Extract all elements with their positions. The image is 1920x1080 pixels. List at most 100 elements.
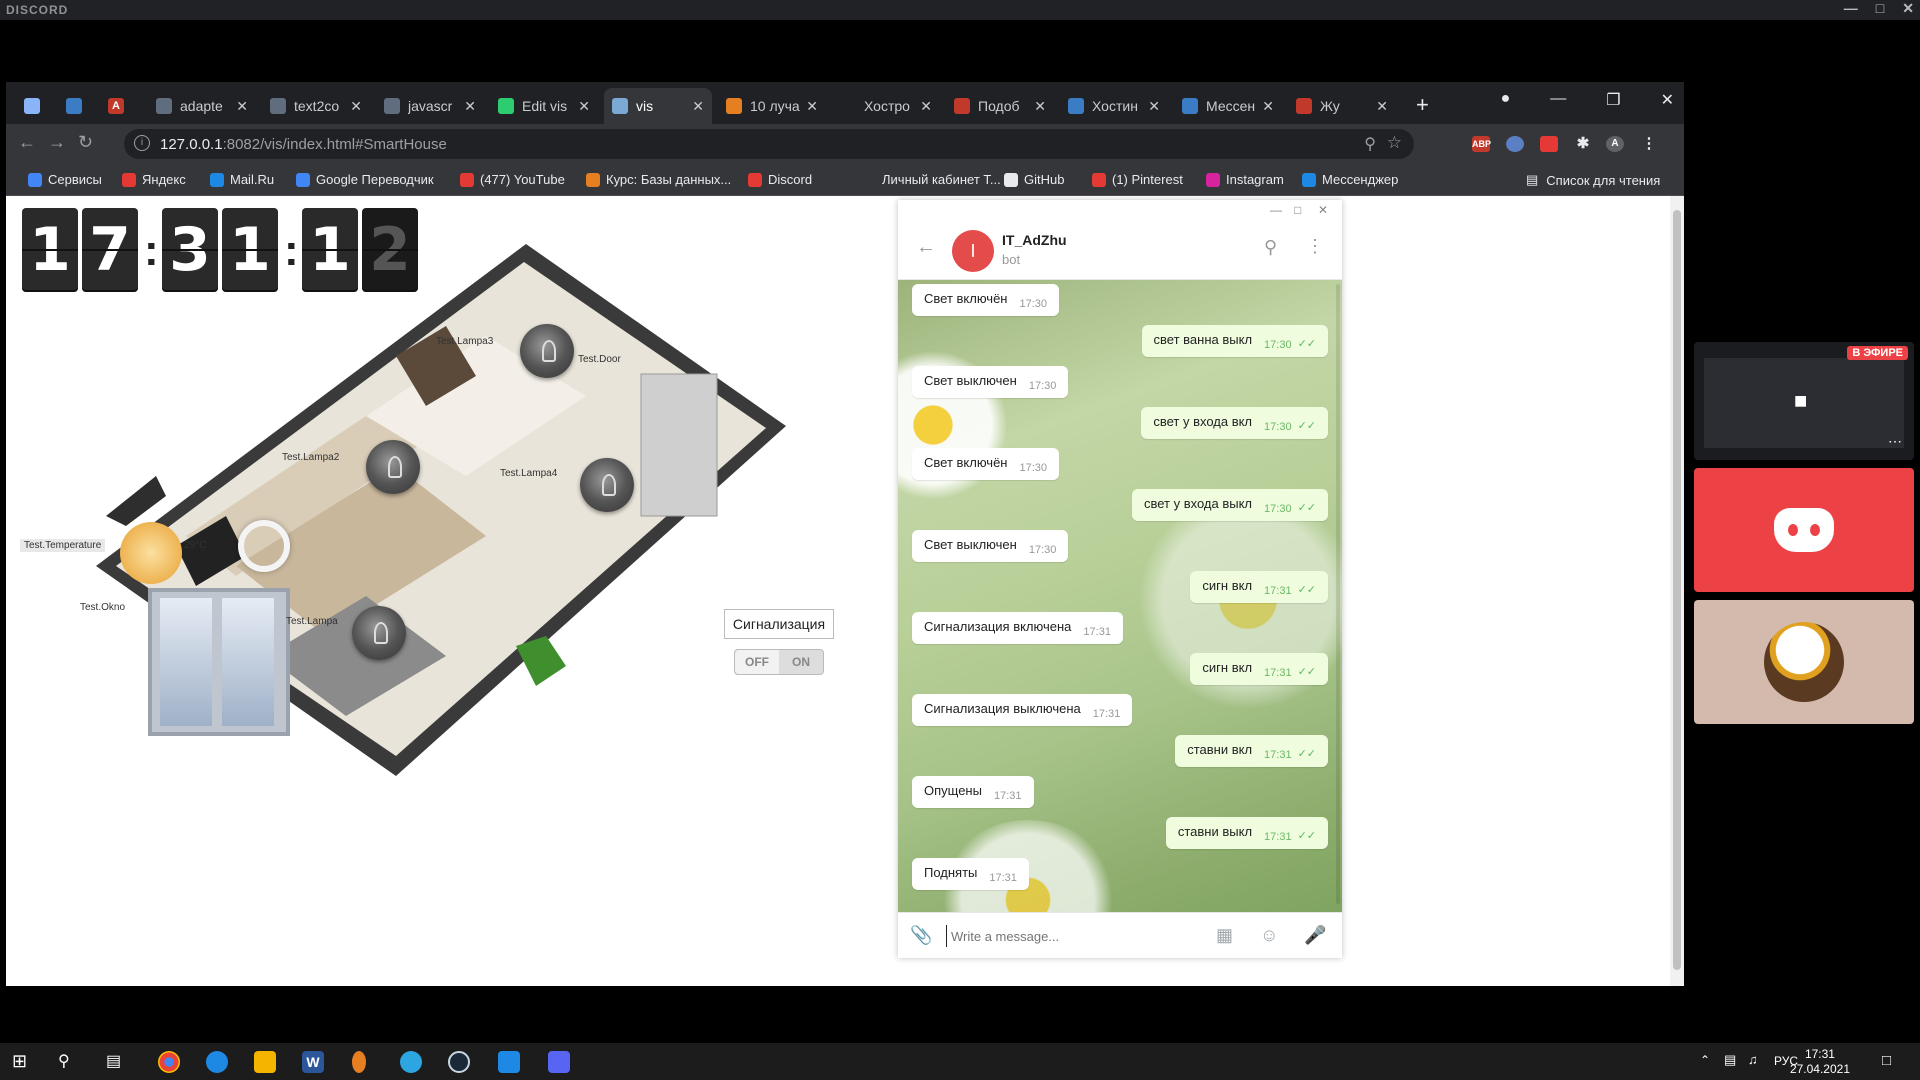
bookmark-item[interactable]: Яндекс	[122, 172, 186, 187]
dimmer-knob[interactable]	[238, 520, 290, 572]
bookmark-item[interactable]: Mail.Ru	[210, 172, 274, 187]
bookmark-item[interactable]: Google Переводчик	[296, 172, 434, 187]
tab-close-icon[interactable]: ✕	[920, 98, 932, 115]
browser-tab[interactable]: javascr ✕	[376, 88, 484, 124]
bot-keyboard-icon[interactable]: ▦	[1216, 925, 1233, 946]
bookmark-item[interactable]: Instagram	[1206, 172, 1284, 187]
word-icon[interactable]: W	[302, 1051, 324, 1073]
tab-search[interactable]	[16, 88, 52, 124]
incoming-message[interactable]: Сигнализация включена 17:31	[912, 612, 1123, 644]
app-icon[interactable]	[498, 1051, 520, 1073]
profile-dot-icon[interactable]: ●	[1501, 90, 1511, 110]
incoming-message[interactable]: Опущены 17:31	[912, 776, 1034, 808]
close-icon[interactable]: ✕	[1902, 0, 1914, 17]
avatar[interactable]: I	[952, 230, 994, 272]
star-icon[interactable]: ☆	[1387, 133, 1402, 153]
browser-tab[interactable]: 10 луча ✕	[718, 88, 826, 124]
lamp4-button[interactable]	[580, 458, 634, 512]
browser-tab[interactable]: Хостро ✕	[832, 88, 940, 124]
outgoing-message[interactable]: свет у входа вкл 17:30 ✓✓	[1141, 407, 1328, 439]
forward-icon[interactable]: →	[48, 132, 66, 153]
record-icon[interactable]	[1540, 136, 1558, 152]
discord-icon[interactable]	[548, 1051, 570, 1073]
bookmark-item[interactable]: (1) Pinterest	[1092, 172, 1183, 187]
tab-a[interactable]: A	[100, 88, 136, 124]
incoming-message[interactable]: Свет выключен 17:30	[912, 530, 1069, 562]
url-text[interactable]: 127.0.0.1:8082/vis/index.html#SmartHouse	[160, 136, 447, 153]
maximize-icon[interactable]: □	[1294, 203, 1301, 217]
browser-tab[interactable]: Edit vis ✕	[490, 88, 598, 124]
lamp-button[interactable]	[352, 606, 406, 660]
browser-tab[interactable]: Хостин ✕	[1060, 88, 1168, 124]
discord-user-card[interactable]	[1694, 468, 1914, 592]
edge-icon[interactable]	[206, 1051, 228, 1073]
clock[interactable]: 17:31 27.04.2021	[1790, 1047, 1850, 1077]
alarm-on[interactable]: ON	[779, 650, 823, 674]
tab-close-icon[interactable]: ✕	[806, 98, 818, 115]
tab-close-icon[interactable]: ✕	[1034, 98, 1046, 115]
browser-tab[interactable]: Подоб ✕	[946, 88, 1054, 124]
minimize-icon[interactable]: —	[1844, 0, 1858, 17]
tab-close-icon[interactable]: ✕	[464, 98, 476, 115]
tray-chevron-icon[interactable]: ⌃	[1700, 1053, 1710, 1067]
windows-start-icon[interactable]: ⊞	[12, 1051, 27, 1072]
close-icon[interactable]: ✕	[1661, 90, 1674, 110]
lamp2-button[interactable]	[366, 440, 420, 494]
tab-close-icon[interactable]: ✕	[236, 98, 248, 115]
volume-icon[interactable]: ♫	[1748, 1052, 1758, 1067]
network-icon[interactable]: ▤	[1724, 1052, 1736, 1068]
tab-close-icon[interactable]: ✕	[1262, 98, 1274, 115]
bookmark-item[interactable]: GitHub	[1004, 172, 1064, 187]
telegram-icon[interactable]	[400, 1051, 422, 1073]
lamp3-button[interactable]	[520, 324, 574, 378]
outgoing-message[interactable]: сигн вкл 17:31 ✓✓	[1190, 653, 1328, 685]
adblock-icon[interactable]: ABP	[1472, 136, 1491, 152]
notification-icon[interactable]: □	[1882, 1052, 1891, 1069]
alarm-toggle[interactable]: OFF ON	[734, 649, 824, 675]
tab-mail[interactable]	[58, 88, 94, 124]
extension-icon[interactable]	[1506, 136, 1524, 152]
browser-tab[interactable]: vis ✕	[604, 88, 712, 124]
tab-close-icon[interactable]: ✕	[1148, 98, 1160, 115]
outgoing-message[interactable]: ставни выкл 17:31 ✓✓	[1165, 817, 1328, 849]
attach-icon[interactable]: 📎	[910, 925, 932, 946]
bookmark-item[interactable]: Личный кабинет Т...	[862, 172, 1001, 187]
chrome-icon[interactable]	[158, 1051, 180, 1073]
maximize-icon[interactable]: □	[1876, 0, 1884, 17]
restore-icon[interactable]: ❐	[1606, 90, 1620, 110]
info-icon[interactable]: i	[134, 135, 150, 151]
outgoing-message[interactable]: ставни вкл 17:31 ✓✓	[1175, 735, 1328, 767]
alarm-off[interactable]: OFF	[735, 650, 779, 674]
incoming-message[interactable]: Свет включён 17:30	[912, 448, 1060, 480]
incoming-message[interactable]: Свет выключен 17:30	[912, 366, 1069, 398]
steam-icon[interactable]	[448, 1051, 470, 1073]
scrollbar[interactable]	[1336, 284, 1340, 904]
incoming-message[interactable]: Подняты 17:31	[912, 858, 1029, 890]
outgoing-message[interactable]: свет ванна выкл 17:30 ✓✓	[1141, 325, 1328, 357]
window-widget[interactable]	[148, 588, 290, 736]
file-explorer-icon[interactable]	[254, 1051, 276, 1073]
bookmark-item[interactable]: Курс: Базы данных...	[586, 172, 731, 187]
emoji-icon[interactable]: ☺	[1260, 925, 1278, 946]
message-input[interactable]	[946, 925, 1186, 947]
bookmark-item[interactable]: Сервисы	[28, 172, 102, 187]
back-icon[interactable]: ←	[18, 132, 36, 153]
stream-preview[interactable]: В ЭФИРЕ ■ ⋯	[1694, 342, 1914, 460]
close-icon[interactable]: ✕	[1318, 203, 1328, 217]
profile-avatar[interactable]: A	[1606, 136, 1624, 152]
back-arrow-icon[interactable]: ←	[916, 236, 936, 259]
microphone-icon[interactable]: 🎤	[1304, 925, 1326, 946]
puzzle-icon[interactable]: ✱	[1574, 136, 1592, 152]
tab-close-icon[interactable]: ✕	[692, 98, 704, 115]
more-icon[interactable]: ⋯	[1888, 433, 1902, 450]
page-scrollbar[interactable]	[1670, 196, 1684, 986]
incoming-message[interactable]: Сигнализация выключена 17:31	[912, 694, 1133, 726]
more-icon[interactable]: ⋮	[1306, 236, 1324, 257]
reload-icon[interactable]: ↻	[78, 132, 93, 153]
zoom-icon[interactable]: ⚲	[1364, 134, 1376, 154]
browser-tab[interactable]: text2co ✕	[262, 88, 370, 124]
user-video-card[interactable]	[1694, 600, 1914, 724]
search-icon[interactable]: ⚲	[58, 1051, 70, 1071]
microphone-app-icon[interactable]	[352, 1051, 366, 1073]
bookmark-item[interactable]: Discord	[748, 172, 812, 187]
